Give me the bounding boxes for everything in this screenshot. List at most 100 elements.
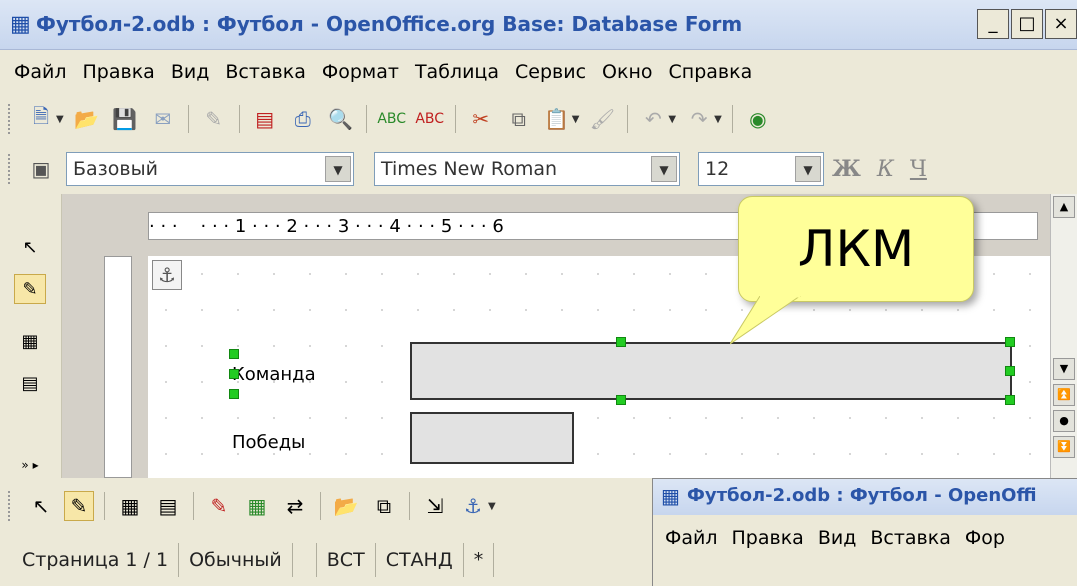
paste-icon[interactable]: 📋 xyxy=(542,104,572,134)
scroll-down-icon[interactable]: ▼ xyxy=(1053,358,1075,380)
form-properties-icon[interactable]: ▦ xyxy=(242,491,272,521)
styles-icon[interactable]: ▣ xyxy=(26,154,56,184)
second-window[interactable]: ▦ Футбол-2.odb : Футбол - OpenOffi Файл … xyxy=(652,478,1077,586)
copy-icon[interactable]: ⧉ xyxy=(504,104,534,134)
field-handle[interactable] xyxy=(616,337,626,347)
design-mode-icon[interactable]: ✎ xyxy=(64,491,94,521)
position-size-icon[interactable]: ⇲ xyxy=(420,491,450,521)
chevron-down-icon[interactable]: ▼ xyxy=(488,501,496,512)
chevron-down-icon[interactable]: ▼ xyxy=(325,156,351,182)
menu-window[interactable]: Окно xyxy=(602,61,652,83)
save-icon[interactable]: 💾 xyxy=(110,104,140,134)
form-navigator-icon[interactable]: ▦ xyxy=(14,326,46,356)
menu-format[interactable]: Фор xyxy=(965,527,1005,549)
email-icon[interactable]: ✉ xyxy=(148,104,178,134)
label-wins[interactable]: Победы xyxy=(232,432,305,453)
field-handle[interactable] xyxy=(1005,395,1015,405)
menu-insert[interactable]: Вставка xyxy=(225,61,306,83)
print-icon[interactable]: ⎙ xyxy=(288,104,318,134)
font-size-select[interactable]: 12 ▼ xyxy=(698,152,824,186)
menu-file[interactable]: Файл xyxy=(14,61,67,83)
chevron-down-icon[interactable]: ▼ xyxy=(668,114,676,125)
second-menu-bar: Файл Правка Вид Вставка Фор xyxy=(665,527,1019,549)
app-icon: ▦ xyxy=(10,12,31,37)
menu-view[interactable]: Вид xyxy=(171,61,210,83)
chevron-down-icon[interactable]: ▼ xyxy=(56,114,64,125)
page-preview-icon[interactable]: 🔍 xyxy=(326,104,356,134)
status-insert-mode[interactable]: ВСТ xyxy=(317,543,376,577)
vertical-scrollbar[interactable]: ▲ ▼ ⏫ ● ⏬ xyxy=(1050,194,1077,478)
menu-help[interactable]: Справка xyxy=(669,61,753,83)
open-folder-icon[interactable]: 📂 xyxy=(72,104,102,134)
chevron-down-icon[interactable]: ▼ xyxy=(714,114,722,125)
menu-insert[interactable]: Вставка xyxy=(870,527,951,549)
italic-button[interactable]: К xyxy=(877,157,894,182)
underline-button[interactable]: Ч xyxy=(910,157,927,182)
label-handle[interactable] xyxy=(229,349,239,359)
menu-table[interactable]: Таблица xyxy=(415,61,499,83)
status-bar: Страница 1 / 1 Обычный ВСТ СТАНД * xyxy=(0,534,650,586)
toolbar-grip[interactable] xyxy=(8,154,14,184)
export-pdf-icon[interactable]: ▤ xyxy=(250,104,280,134)
chevron-down-icon[interactable]: ▼ xyxy=(795,156,821,182)
spellcheck-icon[interactable]: ABC xyxy=(377,104,407,134)
autofocus-icon[interactable]: ⧉ xyxy=(369,491,399,521)
font-size-value: 12 xyxy=(705,158,730,180)
anchor-icon[interactable]: ⚓ xyxy=(152,260,182,290)
vertical-ruler[interactable] xyxy=(104,256,132,478)
team-text-field[interactable] xyxy=(410,342,1012,400)
main-window: ▦ Футбол-2.odb : Футбол - OpenOffice.org… xyxy=(0,0,1077,586)
add-field-icon[interactable]: ▤ xyxy=(14,368,46,398)
undo-icon[interactable]: ↶ xyxy=(638,104,668,134)
open-design-icon[interactable]: 📂 xyxy=(331,491,361,521)
toolbar-grip[interactable] xyxy=(8,104,14,134)
label-handle[interactable] xyxy=(229,389,239,399)
menu-format[interactable]: Формат xyxy=(322,61,399,83)
minimize-button[interactable]: _ xyxy=(977,9,1009,39)
anchor-icon[interactable]: ⚓ xyxy=(458,491,488,521)
navigation-icon[interactable]: ● xyxy=(1053,410,1075,432)
app-icon: ▦ xyxy=(661,484,680,508)
wins-text-field[interactable] xyxy=(410,412,574,464)
edit-file-icon[interactable]: ✎ xyxy=(199,104,229,134)
label-team[interactable]: Команда xyxy=(232,364,316,385)
field-handle[interactable] xyxy=(1005,337,1015,347)
close-button[interactable]: × xyxy=(1045,9,1077,39)
design-mode-icon[interactable]: ✎ xyxy=(14,274,46,304)
chevron-down-icon[interactable]: ▼ xyxy=(572,114,580,125)
field-handle[interactable] xyxy=(1005,366,1015,376)
navigator-icon[interactable]: ◉ xyxy=(743,104,773,134)
new-document-icon[interactable]: 🗎 xyxy=(26,104,56,134)
autospellcheck-icon[interactable]: ABC xyxy=(415,104,445,134)
field-handle[interactable] xyxy=(616,395,626,405)
paragraph-style-select[interactable]: Базовый ▼ xyxy=(66,152,354,186)
font-name-select[interactable]: Times New Roman ▼ xyxy=(374,152,680,186)
chevron-down-icon[interactable]: ▼ xyxy=(651,156,677,182)
previous-page-icon[interactable]: ⏫ xyxy=(1053,384,1075,406)
callout-bubble: ЛКМ xyxy=(738,196,974,302)
redo-icon[interactable]: ↷ xyxy=(684,104,714,134)
menu-file[interactable]: Файл xyxy=(665,527,718,549)
status-page: Страница 1 / 1 xyxy=(12,543,180,577)
next-page-icon[interactable]: ⏬ xyxy=(1053,436,1075,458)
menu-edit[interactable]: Правка xyxy=(83,61,155,83)
select-pointer-icon[interactable]: ↖ xyxy=(14,232,46,262)
toolbar-grip[interactable] xyxy=(8,491,14,521)
tab-order-icon[interactable]: ⇄ xyxy=(280,491,310,521)
menu-tools[interactable]: Сервис xyxy=(515,61,586,83)
properties-icon[interactable]: ✎ xyxy=(204,491,234,521)
add-field-icon[interactable]: ▤ xyxy=(153,491,183,521)
label-handle[interactable] xyxy=(229,369,239,379)
maximize-button[interactable]: □ xyxy=(1011,9,1043,39)
cut-icon[interactable]: ✂ xyxy=(466,104,496,134)
more-controls-icon[interactable]: » ▸ xyxy=(14,450,46,480)
status-selection-mode[interactable]: СТАНД xyxy=(376,543,464,577)
menu-view[interactable]: Вид xyxy=(818,527,857,549)
second-title-bar: ▦ Футбол-2.odb : Футбол - OpenOffi xyxy=(653,479,1077,515)
select-pointer-icon[interactable]: ↖ xyxy=(26,491,56,521)
clone-format-icon[interactable]: 🖌 xyxy=(587,104,617,134)
menu-edit[interactable]: Правка xyxy=(732,527,804,549)
bold-button[interactable]: Ж xyxy=(832,156,861,182)
scroll-up-icon[interactable]: ▲ xyxy=(1053,196,1075,218)
form-navigator-icon[interactable]: ▦ xyxy=(115,491,145,521)
